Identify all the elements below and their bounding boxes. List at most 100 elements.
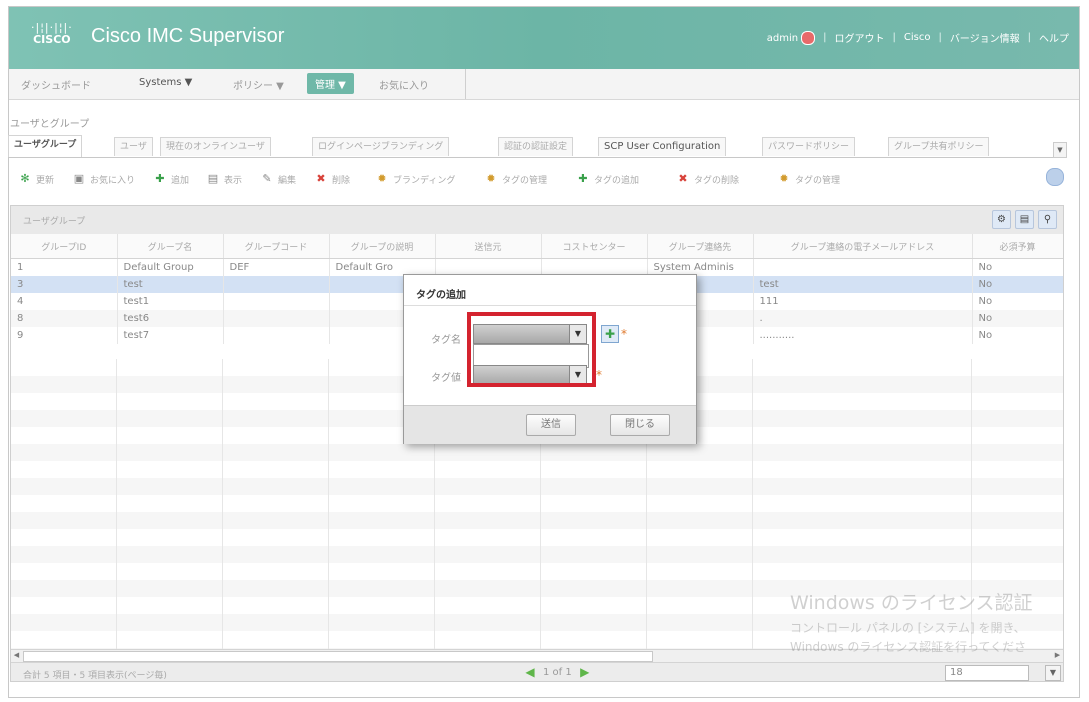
tab-password-policy[interactable]: パスワードポリシー bbox=[762, 137, 856, 156]
column-header[interactable]: 送信元 bbox=[435, 234, 542, 259]
favorites-label: お気に入り bbox=[90, 175, 136, 186]
menu-systems[interactable]: Systems ▼ bbox=[139, 77, 192, 88]
toolbar-options-icon[interactable] bbox=[1046, 168, 1064, 186]
add-label: 追加 bbox=[171, 175, 190, 186]
table-cell: DEF bbox=[223, 258, 330, 276]
column-header[interactable]: グループ名 bbox=[117, 234, 224, 259]
table-cell: Default Group bbox=[117, 258, 224, 276]
view-icon: ▤ bbox=[207, 172, 219, 185]
menu-dashboard[interactable]: ダッシュボード bbox=[21, 77, 91, 92]
dialog-title-bar: タグの追加 bbox=[404, 275, 696, 306]
required-mark: * bbox=[621, 327, 627, 341]
tag-manage-icon: ✹ bbox=[779, 172, 789, 185]
add-button[interactable]: ✚ 追加 bbox=[153, 172, 189, 186]
menu-favorites[interactable]: お気に入り bbox=[379, 77, 429, 92]
delete-button[interactable]: ✖ 削除 bbox=[314, 172, 350, 186]
panel-header: ユーザグループ ⚙ ▤ ⚲ bbox=[11, 206, 1063, 235]
logo-bars: ·|¦|·|¦|· bbox=[31, 21, 73, 34]
table-cell: 111 bbox=[753, 293, 973, 310]
tab-online-users[interactable]: 現在のオンラインユーザ bbox=[160, 137, 271, 156]
tab-auth-settings[interactable]: 認証の認証設定 bbox=[498, 137, 574, 156]
column-header[interactable]: グループ連絡の電子メールアドレス bbox=[753, 234, 973, 259]
tab-user-groups[interactable]: ユーザグループ bbox=[8, 135, 83, 157]
page-indicator: 1 of 1 bbox=[543, 666, 572, 678]
table-cell bbox=[223, 293, 330, 310]
help-link[interactable]: ヘルプ bbox=[1039, 30, 1069, 45]
close-button[interactable]: 閉じる bbox=[610, 414, 670, 436]
scroll-thumb[interactable] bbox=[23, 651, 653, 662]
table-cell: 8 bbox=[11, 310, 118, 327]
delete-label: 削除 bbox=[332, 175, 351, 186]
toolbar: ✻ 更新 ▣ お気に入り ✚ 追加 ▤ 表示 ✎ 編集 ✖ 削除 ✹ ブランディング ✹ タグの… bbox=[10, 168, 1060, 192]
tab-scroll-icon[interactable]: ▼ bbox=[1053, 142, 1067, 158]
prev-page-icon[interactable]: ◀ bbox=[523, 665, 537, 679]
version-link[interactable]: バージョン情報 bbox=[950, 30, 1020, 45]
view-label: 表示 bbox=[224, 175, 243, 186]
tab-users[interactable]: ユーザ bbox=[114, 137, 153, 156]
scroll-left-icon[interactable]: ◀ bbox=[11, 650, 22, 661]
table-header-row: グループID グループ名 グループコード グループの説明 送信元 コストセンター… bbox=[11, 234, 1063, 259]
table-cell: test1 bbox=[117, 293, 224, 310]
view-button[interactable]: ▤ 表示 bbox=[206, 172, 242, 186]
separator: | bbox=[823, 32, 827, 43]
manage-tags-label: タグの管理 bbox=[795, 175, 841, 186]
tab-scp-user-config[interactable]: SCP User Configuration bbox=[598, 137, 727, 156]
separator: | bbox=[1027, 32, 1031, 43]
column-header[interactable]: グループコード bbox=[223, 234, 330, 259]
panel-tools: ⚙ ▤ ⚲ bbox=[992, 210, 1057, 229]
menu-divider bbox=[465, 69, 466, 99]
scroll-right-icon[interactable]: ▶ bbox=[1052, 650, 1063, 661]
tag-name-label: タグ名 bbox=[431, 335, 461, 346]
grid-line bbox=[752, 359, 753, 649]
app-title: Cisco IMC Supervisor bbox=[91, 25, 285, 47]
tab-group-share-policy[interactable]: グループ共有ポリシー bbox=[888, 137, 990, 156]
delete-icon: ✖ bbox=[316, 172, 326, 185]
table-cell bbox=[223, 327, 330, 344]
delete-tags-label: タグの削除 bbox=[694, 175, 740, 186]
column-header[interactable]: 必須予算 bbox=[972, 234, 1063, 259]
tab-bar: ユーザグループ ユーザ 現在のオンラインユーザ ログインページブランディング 認… bbox=[8, 135, 1058, 158]
settings-icon[interactable]: ⚙ bbox=[992, 210, 1011, 229]
table-cell: ........... bbox=[753, 327, 973, 344]
refresh-button[interactable]: ✻ 更新 bbox=[18, 172, 54, 186]
table-cell: No bbox=[972, 258, 1063, 276]
column-header[interactable]: グループの説明 bbox=[329, 234, 436, 259]
branding-button[interactable]: ✹ ブランディング bbox=[375, 172, 455, 186]
delete-tags-button[interactable]: ✖ タグの削除 bbox=[676, 172, 739, 186]
column-header[interactable]: コストセンター bbox=[541, 234, 648, 259]
manage-tags-button-2[interactable]: ✹ タグの管理 bbox=[777, 172, 840, 186]
table-cell: test7 bbox=[117, 327, 224, 344]
tab-login-branding[interactable]: ログインページブランディング bbox=[312, 137, 450, 156]
table-cell: No bbox=[972, 327, 1063, 344]
edit-button[interactable]: ✎ 編集 bbox=[260, 172, 296, 186]
dialog-footer: 送信 閉じる bbox=[404, 405, 696, 444]
column-header[interactable]: グループ連絡先 bbox=[647, 234, 754, 259]
favorites-button[interactable]: ▣ お気に入り bbox=[72, 172, 135, 186]
grid-line bbox=[328, 359, 329, 649]
add-icon: ✚ bbox=[155, 172, 165, 185]
page-size-select[interactable]: 18 bbox=[945, 665, 1029, 681]
next-page-icon[interactable]: ▶ bbox=[578, 665, 592, 679]
cisco-link[interactable]: Cisco bbox=[904, 32, 931, 43]
submit-button[interactable]: 送信 bbox=[526, 414, 576, 436]
export-icon[interactable]: ▤ bbox=[1015, 210, 1034, 229]
grid-line bbox=[116, 359, 117, 649]
branding-label: ブランディング bbox=[393, 175, 456, 186]
tag-delete-icon: ✖ bbox=[678, 172, 688, 185]
tag-add-icon: ✚ bbox=[578, 172, 588, 185]
watermark-line: Windows のライセンス認証 bbox=[790, 592, 1033, 614]
add-tags-button[interactable]: ✚ タグの追加 bbox=[576, 172, 639, 186]
table-cell: test bbox=[117, 276, 224, 293]
logout-link[interactable]: ログアウト bbox=[834, 30, 884, 45]
filter-icon[interactable]: ⚲ bbox=[1038, 210, 1057, 229]
favorites-icon: ▣ bbox=[73, 172, 85, 185]
branding-icon: ✹ bbox=[377, 172, 387, 185]
page-size-dropdown-icon[interactable]: ▼ bbox=[1045, 665, 1061, 681]
column-header[interactable]: グループID bbox=[11, 234, 118, 259]
user-menu[interactable]: admin bbox=[767, 30, 816, 45]
manage-tags-button[interactable]: ✹ タグの管理 bbox=[484, 172, 547, 186]
add-tag-icon[interactable]: ✚ bbox=[601, 325, 619, 343]
table-cell: 3 bbox=[11, 276, 118, 293]
menu-admin[interactable]: 管理 ▼ bbox=[307, 73, 354, 94]
menu-policy[interactable]: ポリシー ▼ bbox=[233, 77, 284, 92]
